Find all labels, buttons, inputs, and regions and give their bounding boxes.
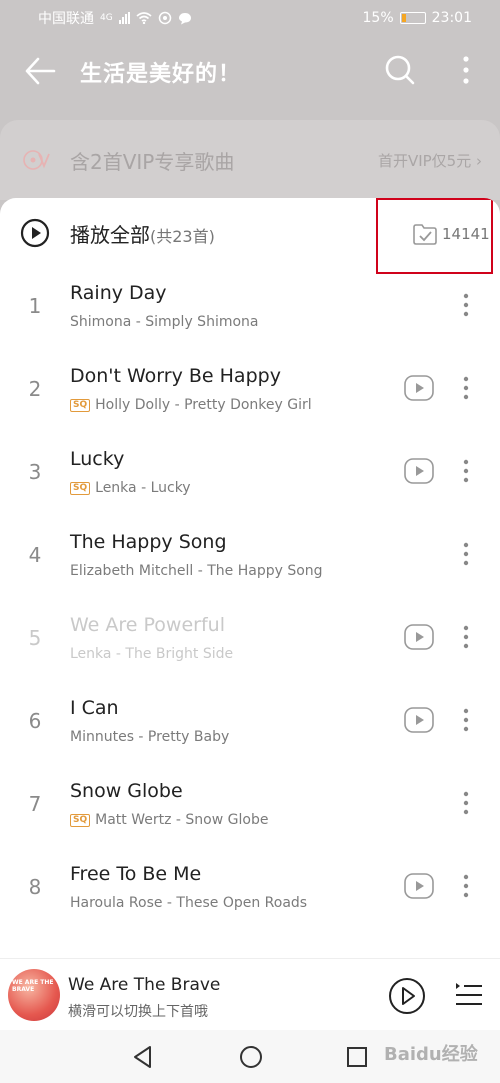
vip-banner-text: 含2首VIP专享歌曲 xyxy=(70,150,235,174)
song-row[interactable]: 8 Free To Be Me Haroula Rose - These Ope… xyxy=(0,847,500,930)
song-artist: SQ Holly Dolly - Pretty Donkey Girl xyxy=(70,397,312,413)
more-vertical-icon[interactable] xyxy=(456,54,476,86)
play-all-label[interactable]: 播放全部(共23首) xyxy=(70,219,215,248)
video-play-icon[interactable] xyxy=(404,458,434,484)
song-index: 2 xyxy=(28,377,42,401)
song-index: 5 xyxy=(28,626,42,650)
song-artist: SQ Lenka - Lucky xyxy=(70,480,191,496)
clock: 23:01 xyxy=(431,10,472,26)
song-list-panel: 播放全部(共23首) 14141 1 Rainy Day Shimona - S… xyxy=(0,198,500,958)
play-all-text: 播放全部 xyxy=(70,223,150,247)
video-play-icon[interactable] xyxy=(404,375,434,401)
status-bar: 中国联通 4G 15% 23:01 xyxy=(0,0,500,36)
vip-promo-link[interactable]: 首开VIP仅5元 › xyxy=(378,150,482,171)
album-art-text: WE ARE THE BRAVE xyxy=(12,979,54,993)
song-artist: Lenka - The Bright Side xyxy=(70,646,233,662)
status-left: 中国联通 4G xyxy=(38,8,192,28)
song-artist: Minnutes - Pretty Baby xyxy=(70,729,229,745)
song-artist: SQ Matt Wertz - Snow Globe xyxy=(70,812,268,828)
more-vertical-icon[interactable] xyxy=(456,290,476,320)
wifi-icon xyxy=(136,12,152,24)
album-art[interactable]: WE ARE THE BRAVE xyxy=(8,969,60,1021)
vip-disc-icon xyxy=(23,150,50,170)
song-index: 6 xyxy=(28,709,42,733)
status-right: 15% 23:01 xyxy=(363,10,472,26)
song-row-unavailable[interactable]: 5 We Are Powerful Lenka - The Bright Sid… xyxy=(0,598,500,681)
song-title: Free To Be Me xyxy=(70,863,202,885)
folder-check-icon[interactable] xyxy=(412,222,438,246)
song-artist: Elizabeth Mitchell - The Happy Song xyxy=(70,563,323,579)
video-play-icon[interactable] xyxy=(404,873,434,899)
song-index: 8 xyxy=(28,875,42,899)
song-row[interactable]: 3 Lucky SQ Lenka - Lucky xyxy=(0,432,500,515)
song-artist-text: Shimona - Simply Shimona xyxy=(70,314,259,330)
song-title: Rainy Day xyxy=(70,282,167,304)
more-vertical-icon[interactable] xyxy=(456,622,476,652)
song-index: 4 xyxy=(28,543,42,567)
more-vertical-icon[interactable] xyxy=(456,705,476,735)
song-index: 7 xyxy=(28,792,42,816)
message-icon xyxy=(178,12,191,24)
mini-player[interactable]: WE ARE THE BRAVE We Are The Brave 横滑可以切换… xyxy=(0,958,500,1030)
song-artist-text: Lenka - The Bright Side xyxy=(70,646,234,662)
song-row[interactable]: 7 Snow Globe SQ Matt Wertz - Snow Globe xyxy=(0,764,500,847)
song-artist: Shimona - Simply Shimona xyxy=(70,314,259,330)
playlist-icon[interactable] xyxy=(454,979,484,1009)
song-artist-text: Lenka - Lucky xyxy=(95,480,191,496)
carrier-label: 中国联通 xyxy=(38,11,94,27)
song-artist-text: Minnutes - Pretty Baby xyxy=(70,729,230,745)
more-vertical-icon[interactable] xyxy=(456,788,476,818)
song-artist-text: Haroula Rose - These Open Roads xyxy=(70,895,308,911)
battery-percent: 15% xyxy=(362,10,394,26)
nav-back-icon[interactable] xyxy=(130,1044,156,1070)
battery-icon xyxy=(399,12,426,24)
sq-badge: SQ xyxy=(70,398,91,412)
sq-badge: SQ xyxy=(70,481,91,495)
song-title: Snow Globe xyxy=(70,780,183,802)
now-playing-title: We Are The Brave xyxy=(68,975,221,995)
play-icon[interactable] xyxy=(388,977,426,1015)
video-play-icon[interactable] xyxy=(404,707,434,733)
song-title: Don't Worry Be Happy xyxy=(70,365,281,387)
song-artist: Haroula Rose - These Open Roads xyxy=(70,895,307,911)
song-artist-text: Elizabeth Mitchell - The Happy Song xyxy=(70,563,323,579)
song-count: (共23首) xyxy=(150,227,215,246)
song-title: I Can xyxy=(70,697,119,719)
signal-icon xyxy=(118,12,130,24)
vip-banner[interactable]: 含2首VIP专享歌曲 首开VIP仅5元 › xyxy=(0,120,500,200)
nav-home-icon[interactable] xyxy=(238,1044,264,1070)
hotspot-icon xyxy=(158,11,171,25)
song-row[interactable]: 1 Rainy Day Shimona - Simply Shimona xyxy=(0,266,500,349)
more-vertical-icon[interactable] xyxy=(456,456,476,486)
network-label: 4G xyxy=(100,13,113,23)
search-icon[interactable] xyxy=(384,54,416,86)
song-artist-text: Holly Dolly - Pretty Donkey Girl xyxy=(95,397,312,413)
collect-count: 14141 xyxy=(442,225,490,243)
song-index: 3 xyxy=(28,460,42,484)
song-title: The Happy Song xyxy=(70,531,227,553)
song-title: Lucky xyxy=(70,448,125,470)
sq-badge: SQ xyxy=(70,813,91,827)
song-title: We Are Powerful xyxy=(70,614,225,636)
song-artist-text: Matt Wertz - Snow Globe xyxy=(95,812,269,828)
song-row[interactable]: 4 The Happy Song Elizabeth Mitchell - Th… xyxy=(0,515,500,598)
back-arrow-icon[interactable] xyxy=(24,56,56,86)
now-playing-hint: 横滑可以切换上下首哦 xyxy=(68,1004,208,1020)
watermark: Baidu经验 xyxy=(384,1044,478,1065)
page-title: 生活是美好的！ xyxy=(80,62,242,87)
header: 生活是美好的！ xyxy=(0,36,500,108)
song-row[interactable]: 2 Don't Worry Be Happy SQ Holly Dolly - P… xyxy=(0,349,500,432)
nav-recent-apps-icon[interactable] xyxy=(344,1044,370,1070)
play-circle-icon[interactable] xyxy=(20,218,50,248)
more-vertical-icon[interactable] xyxy=(456,373,476,403)
song-row[interactable]: 6 I Can Minnutes - Pretty Baby xyxy=(0,681,500,764)
song-index: 1 xyxy=(28,294,42,318)
collect-button-highlight[interactable]: 14141 xyxy=(376,198,493,274)
more-vertical-icon[interactable] xyxy=(456,871,476,901)
more-vertical-icon[interactable] xyxy=(456,539,476,569)
video-play-icon[interactable] xyxy=(404,624,434,650)
